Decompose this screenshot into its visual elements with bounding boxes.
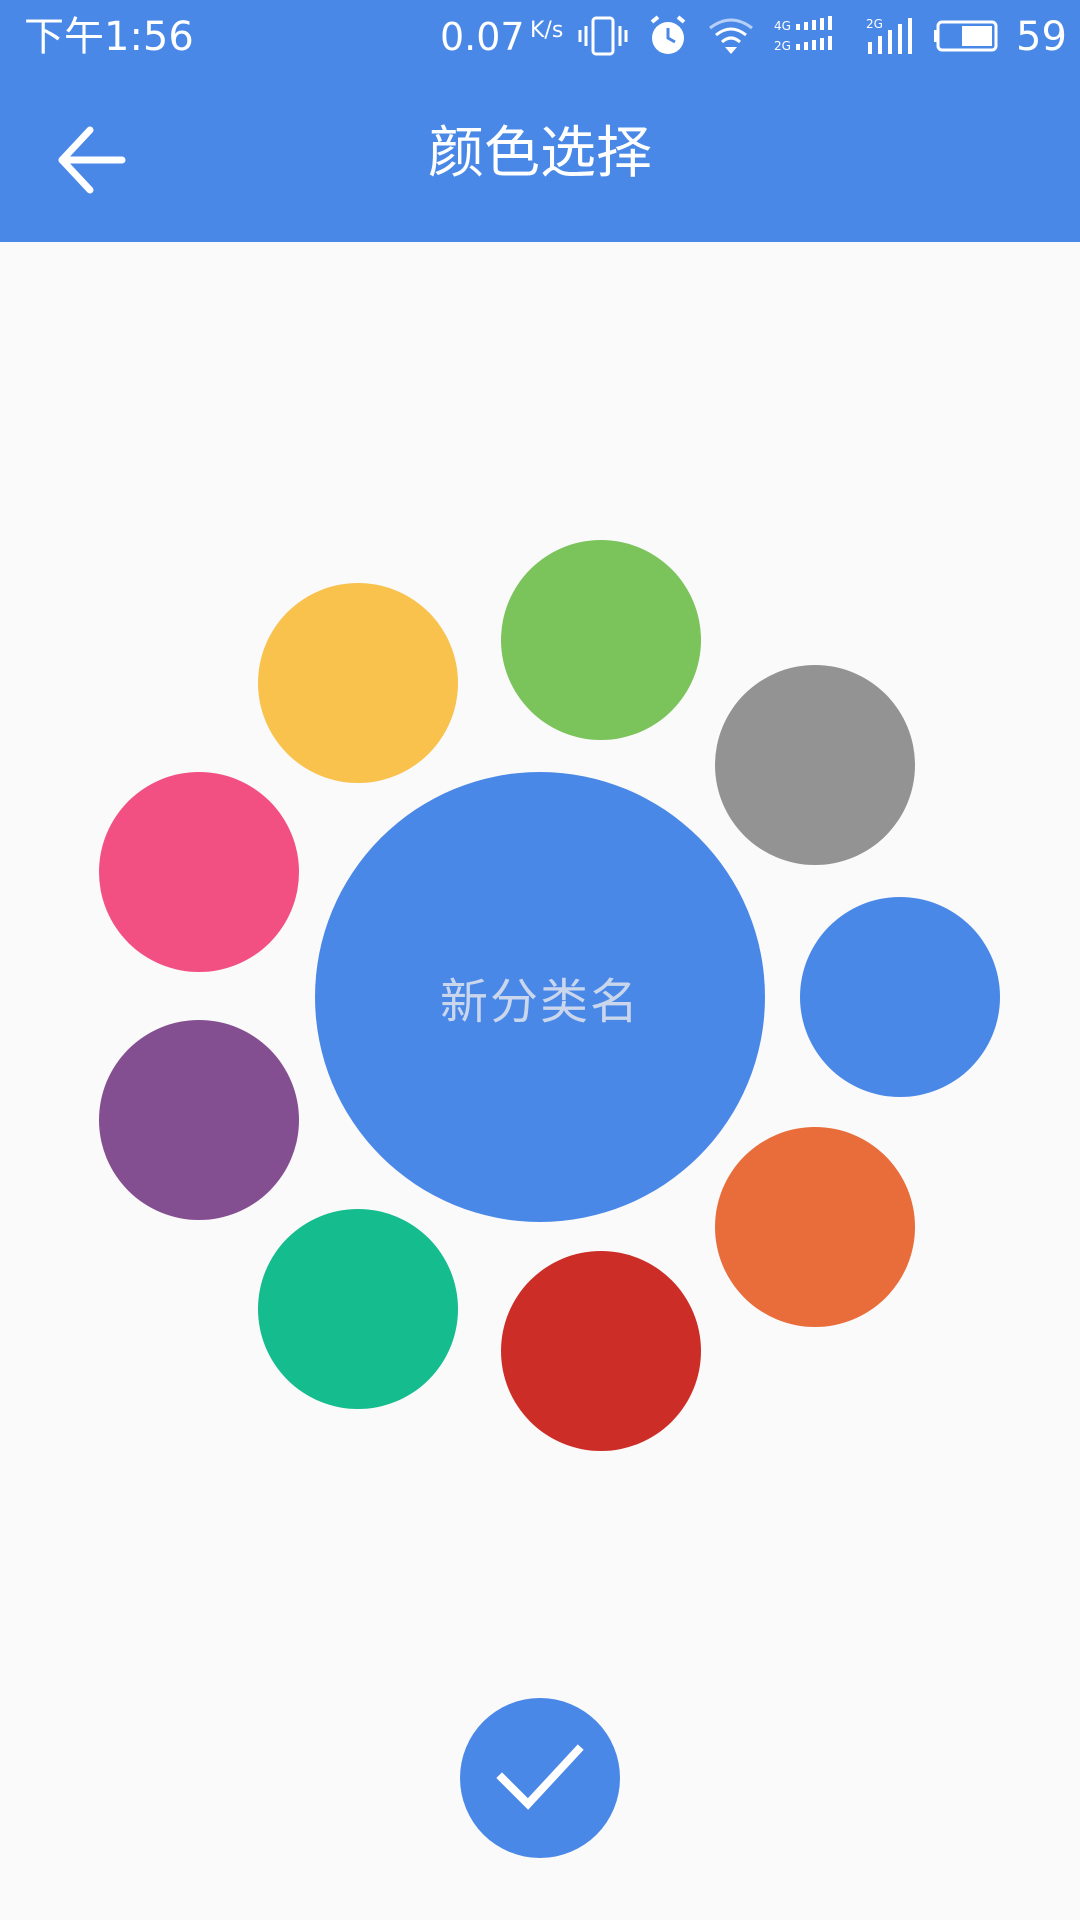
header: 下午1:56 0.07 K/s 4G 2G 2G 59 颜色选择	[0, 0, 1080, 242]
status-bar: 下午1:56 0.07 K/s 4G 2G 2G 59	[0, 0, 1080, 74]
page-title: 颜色选择	[428, 121, 652, 186]
color-swatch-teal[interactable]	[258, 1209, 458, 1409]
battery-level: 59	[1016, 14, 1067, 60]
signal-2g-icon: 2G	[864, 14, 920, 62]
network-speed: 0.07	[440, 15, 525, 59]
svg-text:4G: 4G	[774, 19, 791, 33]
color-swatch-blue[interactable]	[800, 897, 1000, 1097]
color-swatch-yellow[interactable]	[258, 583, 458, 783]
vibrate-icon	[578, 14, 628, 62]
selected-color-preview: 新分类名	[315, 772, 765, 1222]
category-name-label: 新分类名	[439, 974, 640, 1030]
svg-text:2G: 2G	[774, 39, 791, 53]
color-swatch-pink[interactable]	[99, 772, 299, 972]
svg-text:2G: 2G	[866, 17, 883, 31]
checkmark-icon	[490, 1736, 590, 1820]
signal-4g-2g-icon: 4G 2G	[772, 14, 848, 62]
color-swatch-gray[interactable]	[715, 665, 915, 865]
color-swatch-purple[interactable]	[99, 1020, 299, 1220]
color-swatch-red[interactable]	[501, 1251, 701, 1451]
confirm-button[interactable]	[460, 1698, 620, 1858]
battery-icon	[932, 14, 1002, 62]
status-time: 下午1:56	[24, 14, 194, 60]
network-speed-unit: K/s	[530, 18, 564, 43]
wifi-icon	[706, 14, 756, 62]
color-swatch-green[interactable]	[501, 540, 701, 740]
alarm-icon	[646, 14, 690, 62]
color-picker: 新分类名	[0, 242, 1080, 1920]
app-bar: 颜色选择	[0, 74, 1080, 242]
color-swatch-orange[interactable]	[715, 1127, 915, 1327]
